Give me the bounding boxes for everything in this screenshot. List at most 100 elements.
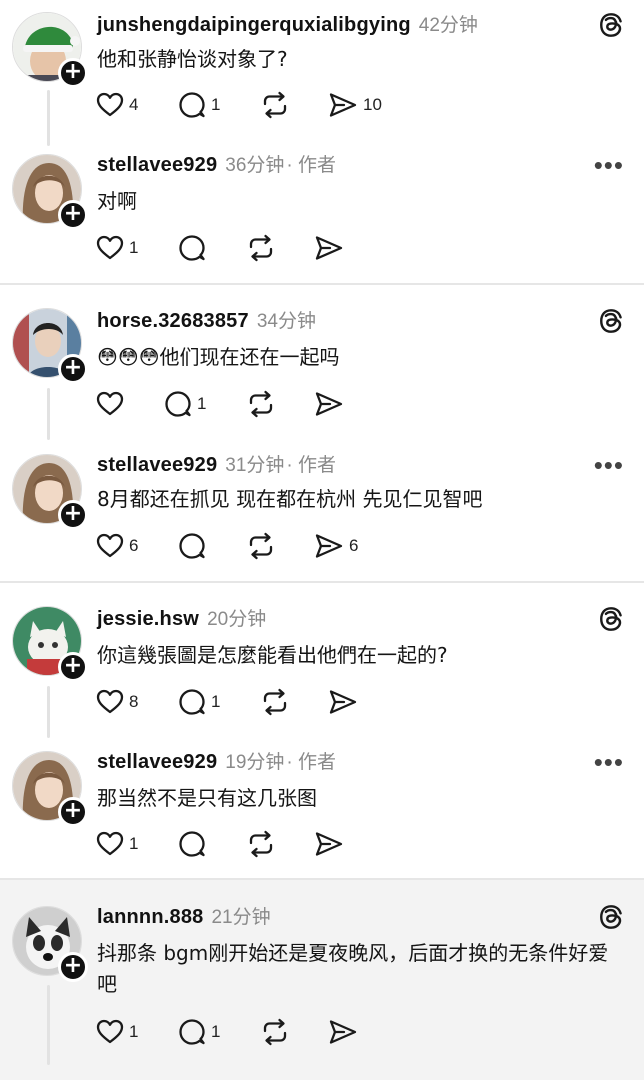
- like-button[interactable]: 1: [95, 234, 177, 262]
- repost-button[interactable]: [259, 91, 327, 119]
- reply-button[interactable]: 1: [177, 688, 259, 716]
- timestamp: 31分钟: [225, 455, 285, 476]
- heart-icon: [95, 1018, 125, 1046]
- share-button[interactable]: [313, 390, 345, 418]
- like-button[interactable]: 1: [95, 1018, 177, 1046]
- timestamp: 36分钟: [225, 155, 285, 176]
- like-count: 1: [129, 834, 139, 853]
- comment-post: + stellavee929 31分钟 · 作者 ••• 8月都还在抓见 现在都…: [0, 450, 644, 570]
- comment-text: 抖那条 bgm刚开始还是夏夜晚风，后面才换的无条件好爱吧: [97, 941, 609, 996]
- share-button[interactable]: 10: [327, 91, 382, 119]
- repost-button[interactable]: [245, 390, 313, 418]
- reply-count: 1: [197, 394, 207, 413]
- comment-bubble-icon: [163, 390, 193, 418]
- reply-button[interactable]: [177, 830, 245, 858]
- avatar[interactable]: +: [12, 751, 88, 827]
- follow-plus-icon[interactable]: +: [58, 952, 88, 982]
- timestamp: 20分钟: [207, 609, 267, 630]
- reply-button[interactable]: 1: [177, 91, 259, 119]
- share-button[interactable]: [313, 234, 345, 262]
- avatar[interactable]: +: [12, 12, 88, 88]
- comment-bubble-icon: [177, 532, 207, 560]
- comment-header: lannnn.888 21分钟: [97, 902, 271, 932]
- username[interactable]: jessie.hsw: [97, 608, 199, 631]
- reply-button[interactable]: 1: [177, 1018, 259, 1046]
- comment-text: 你這幾張圖是怎麼能看出他們在一起的?: [97, 643, 448, 667]
- comment-bubble-icon: [177, 91, 207, 119]
- comment-bubble-icon: [177, 688, 207, 716]
- repost-icon: [245, 830, 277, 858]
- like-count: 6: [129, 536, 139, 555]
- comment-text: 那当然不是只有这几张图: [97, 786, 317, 810]
- username[interactable]: stellavee929: [97, 154, 217, 177]
- like-button[interactable]: 8: [95, 688, 177, 716]
- repost-icon: [259, 91, 291, 119]
- follow-plus-icon[interactable]: +: [58, 58, 88, 88]
- send-icon: [327, 91, 359, 119]
- send-icon: [327, 1018, 359, 1046]
- send-icon: [313, 532, 345, 560]
- comment-post: + jessie.hsw 20分钟 你這幾張圖是怎麼能看出他們在一起的? 8 1: [0, 604, 644, 724]
- send-icon: [313, 390, 345, 418]
- avatar[interactable]: +: [12, 308, 88, 384]
- comment-text: 对啊: [97, 189, 137, 213]
- like-button[interactable]: 6: [95, 532, 177, 560]
- comment-bubble-icon: [177, 234, 207, 262]
- threads-logo-icon[interactable]: [598, 904, 624, 935]
- follow-plus-icon[interactable]: +: [58, 797, 88, 827]
- threads-logo-icon[interactable]: [598, 606, 624, 637]
- repost-button[interactable]: [245, 830, 313, 858]
- reply-count: 1: [211, 692, 221, 711]
- heart-icon: [95, 91, 125, 119]
- reply-button[interactable]: [177, 234, 245, 262]
- comment-header: stellavee929 31分钟 · 作者: [97, 450, 336, 480]
- send-icon: [327, 688, 359, 716]
- share-button[interactable]: [327, 1018, 359, 1046]
- username[interactable]: lannnn.888: [97, 906, 203, 929]
- share-button[interactable]: [313, 830, 345, 858]
- follow-plus-icon[interactable]: +: [58, 354, 88, 384]
- username[interactable]: junshengdaipingerquxialibgying: [97, 14, 411, 37]
- like-button[interactable]: [95, 390, 163, 418]
- timestamp: 42分钟: [418, 15, 478, 36]
- comment-bubble-icon: [177, 830, 207, 858]
- repost-button[interactable]: [245, 532, 313, 560]
- follow-plus-icon[interactable]: +: [58, 200, 88, 230]
- like-button[interactable]: 4: [95, 91, 177, 119]
- username[interactable]: stellavee929: [97, 751, 217, 774]
- username[interactable]: stellavee929: [97, 454, 217, 477]
- follow-plus-icon[interactable]: +: [58, 652, 88, 682]
- reply-button[interactable]: 1: [163, 390, 245, 418]
- action-bar: 1: [95, 232, 345, 264]
- avatar[interactable]: +: [12, 454, 88, 530]
- repost-button[interactable]: [259, 688, 327, 716]
- avatar[interactable]: +: [12, 154, 88, 230]
- send-icon: [313, 234, 345, 262]
- repost-icon: [245, 234, 277, 262]
- share-count: 6: [349, 536, 359, 555]
- repost-icon: [245, 532, 277, 560]
- action-bar: 4 1 10: [95, 89, 382, 121]
- more-dots-icon[interactable]: •••: [594, 452, 624, 478]
- avatar[interactable]: +: [12, 906, 88, 982]
- threads-logo-icon[interactable]: [598, 12, 624, 43]
- share-button[interactable]: [327, 688, 359, 716]
- more-dots-icon[interactable]: •••: [594, 152, 624, 178]
- reply-button[interactable]: [177, 532, 245, 560]
- more-dots-icon[interactable]: •••: [594, 749, 624, 775]
- like-count: 1: [129, 1022, 139, 1041]
- username[interactable]: horse.32683857: [97, 310, 249, 333]
- comment-header: stellavee929 19分钟 · 作者: [97, 747, 336, 777]
- repost-button[interactable]: [245, 234, 313, 262]
- threads-logo-icon[interactable]: [598, 308, 624, 339]
- repost-button[interactable]: [259, 1018, 327, 1046]
- comment-header: jessie.hsw 20分钟: [97, 604, 266, 634]
- comment-header: junshengdaipingerquxialibgying 42分钟: [97, 10, 478, 40]
- heart-icon: [95, 830, 125, 858]
- author-tag: · 作者: [286, 455, 337, 476]
- follow-plus-icon[interactable]: +: [58, 500, 88, 530]
- share-button[interactable]: 6: [313, 532, 363, 560]
- heart-icon: [95, 532, 125, 560]
- like-button[interactable]: 1: [95, 830, 177, 858]
- avatar[interactable]: +: [12, 606, 88, 682]
